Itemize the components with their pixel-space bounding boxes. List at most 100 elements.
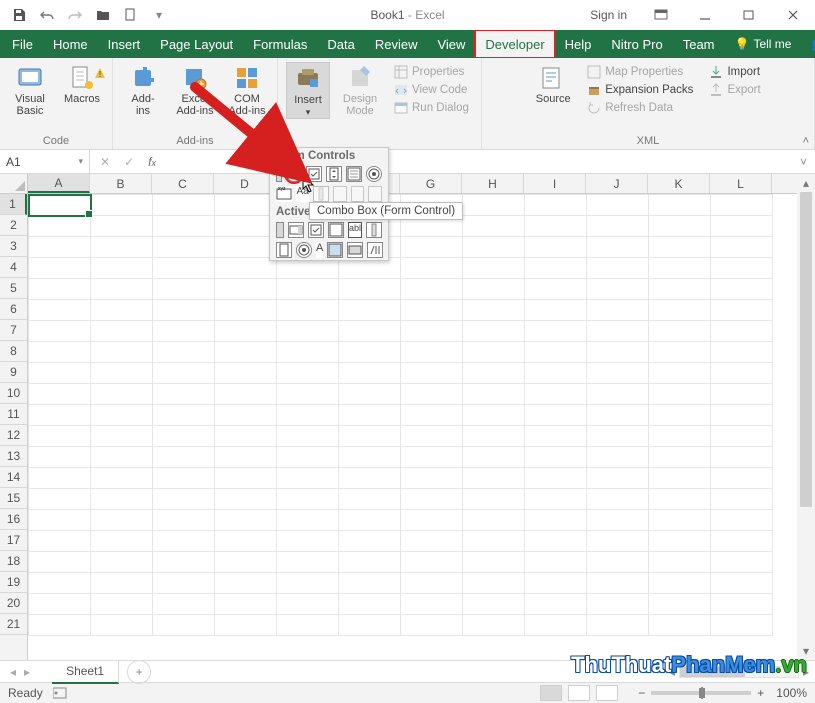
row-header[interactable]: 19 [0, 572, 27, 593]
zoom-out-button[interactable]: − [638, 686, 645, 700]
tell-me[interactable]: 💡 Tell me [725, 30, 802, 58]
tab-page-layout[interactable]: Page Layout [150, 30, 243, 58]
column-header[interactable]: A [28, 174, 90, 193]
visual-basic-button[interactable]: VisualBasic [8, 62, 52, 117]
collapse-ribbon-icon[interactable]: ˄ [803, 135, 809, 147]
group-box-form-control-icon[interactable]: xyz [276, 186, 292, 202]
tab-file[interactable]: File [2, 30, 43, 58]
tab-developer[interactable]: Developer [475, 30, 554, 58]
row-header[interactable]: 20 [0, 593, 27, 614]
tab-home[interactable]: Home [43, 30, 98, 58]
row-header[interactable]: 16 [0, 509, 27, 530]
column-header[interactable]: D [214, 174, 276, 193]
row-header[interactable]: 8 [0, 341, 27, 362]
column-header[interactable]: G [400, 174, 462, 193]
command-button-activex-icon[interactable] [276, 222, 284, 238]
column-header[interactable]: K [648, 174, 710, 193]
check-box-activex-icon[interactable] [308, 222, 324, 238]
row-header[interactable]: 17 [0, 530, 27, 551]
redo-icon[interactable] [66, 6, 84, 24]
view-code-button[interactable]: View Code [390, 82, 473, 98]
more-controls-activex-icon[interactable] [367, 242, 383, 258]
row-header[interactable]: 13 [0, 446, 27, 467]
column-header[interactable]: B [90, 174, 152, 193]
scroll-bar-form-control-icon[interactable] [313, 186, 329, 202]
scroll-down-icon[interactable]: ▾ [797, 642, 815, 660]
column-header[interactable]: H [462, 174, 524, 193]
row-header[interactable]: 7 [0, 320, 27, 341]
cancel-formula-icon[interactable]: ✕ [100, 155, 110, 169]
row-header[interactable]: 21 [0, 614, 27, 635]
list-box-form-control-icon[interactable] [346, 166, 362, 182]
scroll-left-icon[interactable]: ◂ [669, 665, 675, 679]
macros-button[interactable]: Macros ! [60, 62, 104, 116]
normal-view-button[interactable] [540, 685, 562, 701]
row-header[interactable]: 14 [0, 467, 27, 488]
addins-button[interactable]: Add-ins [121, 62, 165, 117]
row-header[interactable]: 1 [0, 194, 27, 215]
map-properties-button[interactable]: Map Properties [583, 64, 697, 80]
page-break-view-button[interactable] [596, 685, 618, 701]
list-box-activex-icon[interactable] [328, 222, 344, 238]
expand-formula-bar-icon[interactable]: ˅ [800, 155, 815, 169]
row-header[interactable]: 11 [0, 404, 27, 425]
row-header[interactable]: 3 [0, 236, 27, 257]
row-header[interactable]: 5 [0, 278, 27, 299]
tab-formulas[interactable]: Formulas [243, 30, 317, 58]
run-dialog-button[interactable]: Run Dialog [390, 100, 473, 116]
checkbox-form-control-icon[interactable] [306, 166, 322, 182]
cells[interactable] [28, 194, 773, 636]
save-icon[interactable] [10, 6, 28, 24]
qat-dropdown-icon[interactable]: ▾ [150, 6, 168, 24]
scroll-right-icon[interactable]: ▸ [803, 665, 809, 679]
chevron-down-icon[interactable]: ▾ [78, 156, 83, 167]
select-all-button[interactable] [0, 174, 28, 194]
column-header[interactable]: C [152, 174, 214, 193]
new-icon[interactable] [122, 6, 140, 24]
sheet-nav-next-icon[interactable]: ▸ [24, 665, 30, 679]
toggle-button-activex-icon[interactable] [347, 242, 363, 258]
vertical-scrollbar[interactable]: ▴ ▾ [797, 174, 815, 660]
column-header[interactable]: L [710, 174, 772, 193]
undo-icon[interactable] [38, 6, 56, 24]
label-activex-icon[interactable]: A [316, 242, 323, 258]
close-icon[interactable] [771, 0, 815, 30]
row-header[interactable]: 18 [0, 551, 27, 572]
spin-button-form-control-icon[interactable] [326, 166, 342, 182]
label-form-control-icon[interactable]: Aa [296, 186, 309, 202]
row-header[interactable]: 9 [0, 362, 27, 383]
text-box-activex-icon[interactable]: abl [348, 222, 362, 238]
tab-data[interactable]: Data [317, 30, 364, 58]
tab-nitro-pro[interactable]: Nitro Pro [601, 30, 672, 58]
open-icon[interactable] [94, 6, 112, 24]
column-header[interactable]: I [524, 174, 586, 193]
horizontal-scrollbar[interactable]: ◂ ▸ [669, 665, 815, 679]
row-header[interactable]: 6 [0, 299, 27, 320]
name-box[interactable]: ▾ [0, 150, 90, 173]
zoom-level[interactable]: 100% [776, 686, 807, 700]
share-button[interactable]: 👥 Share [801, 30, 815, 58]
enter-formula-icon[interactable]: ✓ [124, 155, 134, 169]
sheet-nav-prev-icon[interactable]: ◂ [10, 665, 16, 679]
row-header[interactable]: 15 [0, 488, 27, 509]
option-button-activex-icon[interactable] [296, 242, 312, 258]
tab-view[interactable]: View [427, 30, 475, 58]
name-box-input[interactable] [6, 155, 66, 169]
com-addins-button[interactable]: COMAdd-ins [225, 62, 269, 117]
row-header[interactable]: 12 [0, 425, 27, 446]
maximize-icon[interactable] [727, 0, 771, 30]
minimize-icon[interactable] [683, 0, 727, 30]
scrollbar-thumb[interactable] [680, 667, 745, 677]
design-mode-button[interactable]: DesignMode [338, 62, 382, 117]
zoom-slider[interactable] [651, 691, 751, 695]
page-layout-view-button[interactable] [568, 685, 590, 701]
tab-review[interactable]: Review [365, 30, 428, 58]
image-activex-icon[interactable] [327, 242, 343, 258]
new-sheet-button[interactable]: + [127, 660, 151, 684]
row-header[interactable]: 10 [0, 383, 27, 404]
refresh-data-button[interactable]: Refresh Data [583, 100, 697, 116]
combo-box-form-control-icon[interactable] [286, 166, 302, 182]
expansion-packs-button[interactable]: Expansion Packs [583, 82, 697, 98]
spin-button-activex-icon[interactable] [276, 242, 292, 258]
properties-button[interactable]: Properties [390, 64, 473, 80]
